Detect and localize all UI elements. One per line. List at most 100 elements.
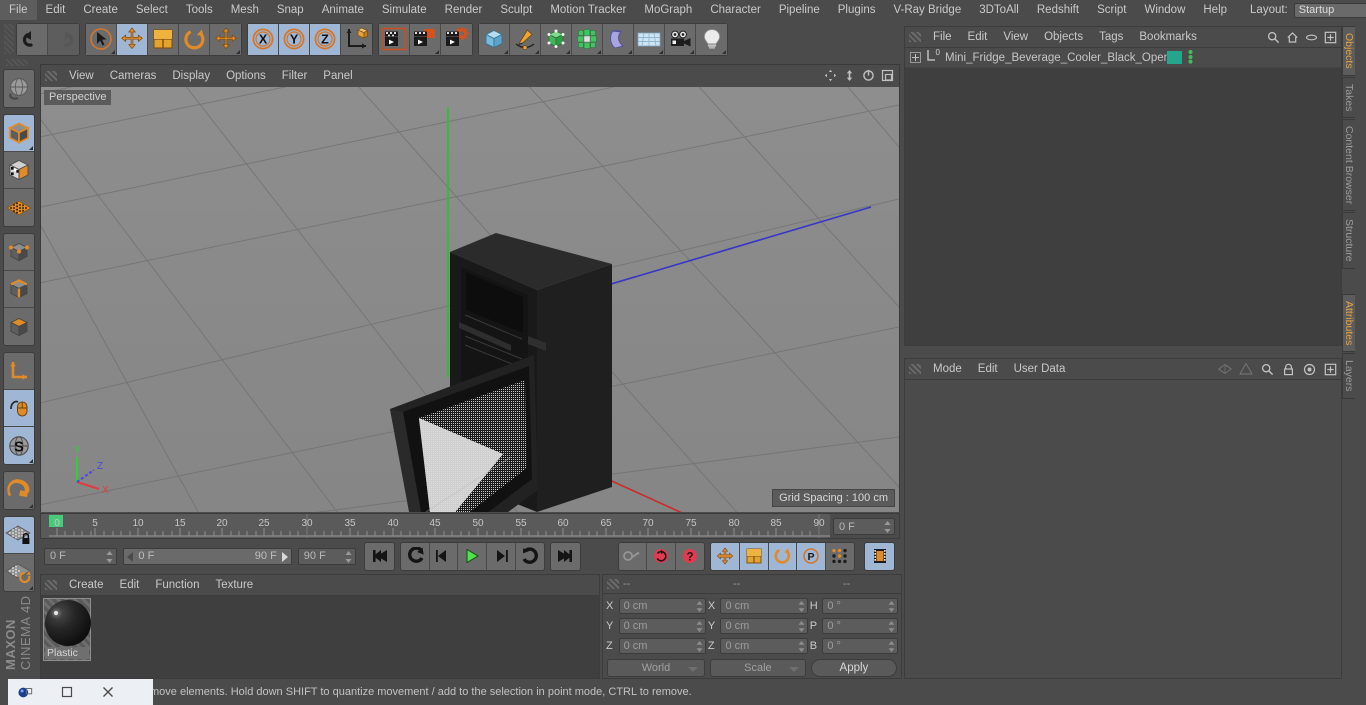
menu-item-tools[interactable]: Tools (177, 0, 222, 20)
tab-content-browser[interactable]: Content Browser (1342, 119, 1355, 212)
left-palette-grip[interactable] (6, 59, 28, 66)
menu-item-snap[interactable]: Snap (268, 0, 313, 20)
frame-range-slider[interactable]: 0 F 90 F (123, 547, 292, 565)
tool-options-corner[interactable] (29, 146, 33, 150)
play-button[interactable] (458, 542, 487, 570)
end-frame-field[interactable]: 90 F (297, 547, 357, 565)
live-selection-tool[interactable] (86, 23, 117, 55)
tool-options-corner[interactable] (29, 504, 33, 508)
go-to-start-button[interactable] (365, 542, 395, 570)
undo-button[interactable] (17, 23, 48, 55)
size-y-field[interactable]: 0 cm (720, 618, 808, 634)
menu-item-mograph[interactable]: MoGraph (635, 0, 701, 20)
current-frame-field[interactable]: 0 F (44, 547, 118, 565)
menu-item-animate[interactable]: Animate (313, 0, 373, 20)
go-to-end-button[interactable] (551, 542, 580, 570)
size-mode-dropdown[interactable]: Scale (709, 659, 806, 677)
texture-mode-button[interactable] (4, 152, 34, 189)
rotation-p-field[interactable]: 0 ° (822, 618, 899, 634)
attribute-manager-body[interactable] (905, 380, 1341, 678)
range-left-arrow-icon[interactable] (127, 551, 134, 562)
object-axis-mode-button[interactable] (4, 353, 34, 390)
undo-view-button[interactable] (4, 70, 34, 107)
c4d-logo-icon[interactable] (18, 685, 33, 700)
render-view-button[interactable] (379, 23, 410, 55)
viewport-menu-display[interactable]: Display (164, 65, 218, 87)
key-parameter-button[interactable]: P (797, 542, 826, 570)
key-scale-button[interactable] (740, 542, 769, 570)
object-menu-view[interactable]: View (995, 27, 1036, 48)
pan-view-icon[interactable] (823, 67, 838, 84)
object-manager-grip[interactable] (909, 32, 921, 42)
tool-options-corner[interactable] (690, 49, 694, 54)
scale-tool[interactable] (148, 23, 179, 55)
spinner-icon[interactable] (798, 621, 805, 632)
close-window-button[interactable] (100, 685, 115, 700)
move-tool[interactable] (117, 23, 148, 55)
add-camera-button[interactable] (665, 23, 696, 55)
menu-item-render[interactable]: Render (436, 0, 492, 20)
autokeying-button[interactable] (647, 542, 676, 570)
attribute-manager-grip[interactable] (909, 364, 921, 374)
add-mograph-button[interactable] (572, 23, 603, 55)
menu-item-script[interactable]: Script (1088, 0, 1135, 20)
layout-dropdown[interactable]: Startup (1293, 2, 1366, 18)
record-active-objects-button[interactable] (618, 542, 648, 570)
eye-icon[interactable] (1304, 29, 1319, 45)
enable-axis-modification-button[interactable] (4, 390, 34, 427)
tool-options-corner[interactable] (111, 49, 115, 54)
size-x-field[interactable]: 0 cm (720, 598, 808, 614)
lock-icon[interactable] (1280, 361, 1296, 377)
spinner-icon[interactable] (345, 550, 352, 563)
coordinates-grip[interactable] (607, 579, 619, 589)
world-coordinates-button[interactable]: S (4, 427, 34, 464)
menu-item-mesh[interactable]: Mesh (222, 0, 268, 20)
spinner-icon[interactable] (888, 601, 895, 612)
keyframe-selection-button[interactable]: ? (675, 542, 705, 570)
menu-item-create[interactable]: Create (74, 0, 127, 20)
viewport-canvas[interactable]: Y X Z (41, 87, 899, 512)
viewport-menu-filter[interactable]: Filter (274, 65, 316, 87)
step-back-button[interactable] (429, 542, 459, 570)
go-to-previous-key-button[interactable] (401, 542, 430, 570)
tab-layers[interactable]: Layers (1342, 353, 1355, 399)
material-menu-create[interactable]: Create (61, 575, 112, 596)
material-menu-edit[interactable]: Edit (112, 575, 148, 596)
tool-options-corner[interactable] (566, 49, 570, 54)
position-x-field[interactable]: 0 cm (618, 598, 706, 614)
material-menu-texture[interactable]: Texture (207, 575, 261, 596)
rotate-view-icon[interactable] (861, 67, 876, 84)
step-forward-button[interactable] (486, 542, 516, 570)
material-item-plastic[interactable]: Plastic (43, 598, 91, 661)
tab-structure[interactable]: Structure (1342, 212, 1355, 269)
search-icon[interactable] (1266, 29, 1281, 45)
viewport-menu-cameras[interactable]: Cameras (102, 65, 165, 87)
expand-toggle-icon[interactable] (910, 52, 921, 63)
tool-options-corner[interactable] (597, 49, 601, 54)
tool-options-corner[interactable] (435, 49, 439, 54)
menu-item-pipeline[interactable]: Pipeline (770, 0, 829, 20)
attribute-menu-mode[interactable]: Mode (925, 359, 970, 380)
points-mode-button[interactable] (4, 234, 34, 271)
toolbar-grip[interactable] (4, 24, 14, 54)
spinner-icon[interactable] (106, 550, 113, 563)
tool-options-corner[interactable] (504, 49, 508, 54)
add-light-button[interactable] (696, 23, 727, 55)
spinner-icon[interactable] (696, 621, 703, 632)
apply-button[interactable]: Apply (810, 659, 897, 677)
home-icon[interactable] (1285, 29, 1300, 45)
key-rotation-button[interactable] (768, 542, 798, 570)
spinner-icon[interactable] (798, 601, 805, 612)
object-menu-tags[interactable]: Tags (1091, 27, 1131, 48)
material-list[interactable]: Plastic (41, 596, 599, 678)
viewport-grip[interactable] (45, 71, 57, 81)
model-mode-button[interactable] (4, 115, 34, 152)
key-pla-button[interactable] (825, 542, 855, 570)
tool-options-corner[interactable] (236, 49, 240, 54)
menu-item-motion-tracker[interactable]: Motion Tracker (541, 0, 635, 20)
attribute-menu-user-data[interactable]: User Data (1006, 359, 1074, 380)
spinner-icon[interactable] (884, 521, 891, 533)
edges-mode-button[interactable] (4, 271, 34, 308)
maximize-view-icon[interactable] (880, 67, 895, 84)
add-spline-button[interactable] (510, 23, 541, 55)
